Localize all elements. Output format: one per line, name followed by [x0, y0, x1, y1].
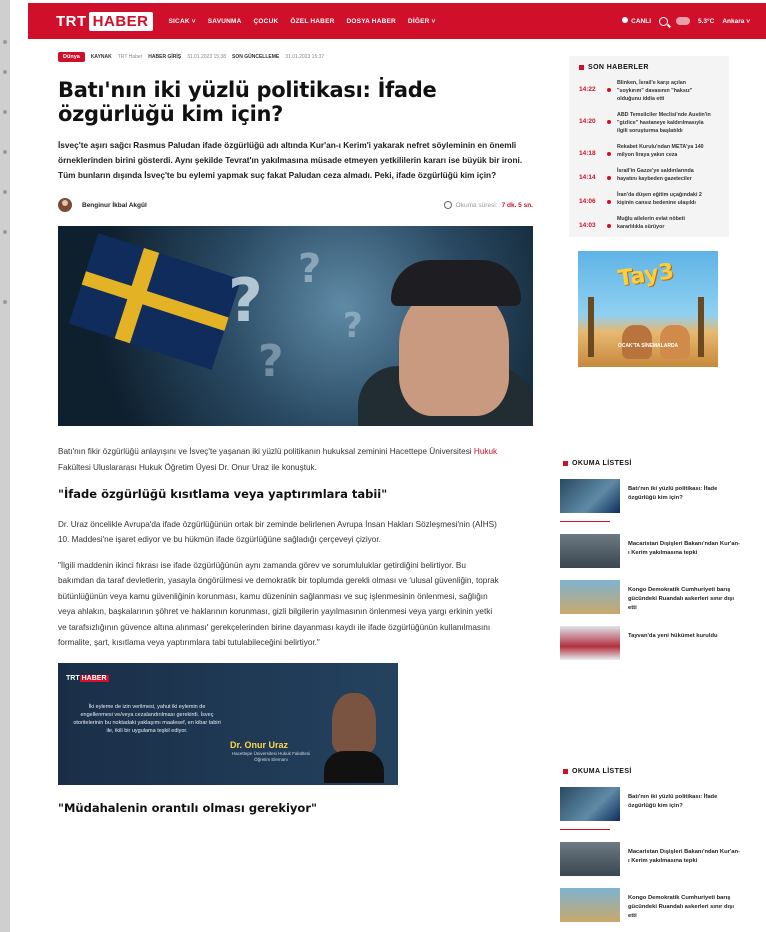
news-item[interactable]: 14:22 Blinken, İsrail'e karşı açılan "soy…: [579, 79, 719, 103]
source-label: KAYNAK: [90, 54, 112, 60]
reading-list-item[interactable]: Batı'nın iki yüzlü politikası: İfade özg…: [560, 479, 740, 513]
thumbnail: [560, 842, 620, 876]
weather-cloud-icon: [676, 17, 690, 25]
quote-card-image: TRT HABER İki eyleme de izin verilmesi, y…: [58, 662, 398, 785]
promo-title: Hacettepe Üniversitesi Hukuk Fakültesi Ö…: [231, 750, 311, 762]
news-item[interactable]: 14:14 İsrail'in Gazze'ye saldırılarında h…: [579, 167, 719, 183]
bullet-icon: [607, 200, 611, 204]
question-mark-graphic: ?: [343, 306, 363, 347]
nav-item-ozel-haber[interactable]: ÖZEL HABER: [290, 18, 334, 25]
bullet-icon: [607, 176, 611, 180]
latest-news-heading: SON HABERLER: [579, 64, 719, 71]
reading-list-heading: OKUMA LİSTESİ: [563, 460, 740, 467]
search-icon[interactable]: [659, 16, 668, 26]
bullet-icon: [607, 224, 611, 228]
reading-list-heading: OKUMA LİSTESİ: [563, 768, 740, 775]
news-item[interactable]: 14:03 Muğlu ailelerin evlat nöbeti kararl…: [579, 215, 719, 231]
bullet-icon: [607, 152, 611, 156]
trt-haber-logo[interactable]: TRT HABER: [56, 11, 153, 31]
entry-date: 31.01.2023 15:38: [187, 54, 227, 60]
ad-title: Tay3: [616, 259, 676, 292]
subheading: "Müdahalenin orantılı olması gerekiyor": [58, 800, 317, 815]
news-item[interactable]: 14:20 ABD Temsilciler Meclisi'nde Austin'…: [579, 111, 719, 135]
promo-quote: İki eyleme de izin verilmesi, yahut iki …: [73, 703, 221, 734]
square-icon: [563, 769, 568, 774]
live-button[interactable]: CANLI: [622, 17, 651, 25]
reading-list-item[interactable]: Batı'nın iki yüzlü politikası: İfade özg…: [560, 787, 740, 821]
update-label: SON GÜNCELLEME: [232, 54, 280, 60]
clock-icon: [443, 201, 452, 210]
paragraph: Batı'nın fikir özgürlüğü anlayışını ve İ…: [58, 447, 498, 472]
news-item[interactable]: 14:06 İran'da düşen eğitim uçağındaki 2 k…: [579, 191, 719, 207]
author-avatar[interactable]: [58, 198, 72, 213]
question-mark-graphic: ?: [228, 266, 263, 337]
article-meta: Dünya KAYNAK TRT Haber HABER GİRİŞ 31.01…: [58, 50, 533, 64]
hero-image: ? ? ? ?: [58, 226, 533, 427]
reading-list-item[interactable]: Macaristan Dışişleri Bakanı'ndan Kur'an-…: [560, 534, 740, 568]
city-selector[interactable]: Ankara ˅: [722, 18, 750, 25]
divider: [560, 521, 610, 522]
nav-item-diger[interactable]: DİĞER ˅: [408, 18, 436, 25]
nav-item-dosya-haber[interactable]: DOSYA HABER: [347, 18, 396, 25]
divider: [560, 829, 610, 830]
nav-item-cocuk[interactable]: ÇOCUK: [254, 18, 279, 25]
sidebar: SON HABERLER 14:22 Blinken, İsrail'e karş…: [569, 56, 729, 367]
movie-advertisement[interactable]: Tay3 OCAK'TA SİNEMALARDA: [578, 251, 718, 367]
live-dot-icon: [622, 17, 629, 23]
nav-item-savunma[interactable]: SAVUNMA: [208, 18, 242, 25]
category-tag[interactable]: Dünya: [58, 52, 85, 62]
reading-list-item[interactable]: Kongo Demokratik Cumhuriyeti barış gücün…: [560, 580, 740, 614]
thumbnail: [560, 534, 620, 568]
ad-strip-text: OCAK'TA SİNEMALARDA: [617, 343, 679, 349]
main-nav: SICAK ˅ SAVUNMA ÇOCUK ÖZEL HABER DOSYA H…: [169, 18, 436, 25]
article-lead: İsveç'te aşırı sağcı Rasmus Paludan ifad…: [58, 140, 523, 180]
thumbnail: [560, 787, 620, 821]
square-icon: [579, 65, 584, 70]
person-cap: [391, 260, 521, 307]
reading-list-item[interactable]: Kongo Demokratik Cumhuriyeti barış gücün…: [560, 888, 740, 922]
article: Dünya KAYNAK TRT Haber HABER GİRİŞ 31.01…: [58, 50, 533, 830]
cartoon-dog-graphic: [622, 325, 652, 359]
hukuk-link[interactable]: Hukuk: [474, 447, 497, 456]
promo-logo: TRT HABER: [66, 674, 109, 682]
reading-list-2: OKUMA LİSTESİ Batı'nın iki yüzlü politik…: [560, 768, 740, 922]
square-icon: [563, 461, 568, 466]
thumbnail: [560, 626, 620, 660]
thumbnail: [560, 479, 620, 513]
paragraph: "İlgili maddenin ikinci fıkrası ise ifad…: [58, 560, 499, 648]
reading-list: OKUMA LİSTESİ Batı'nın iki yüzlü politik…: [560, 460, 740, 660]
paragraph: Dr. Uraz öncelikle Avrupa'da ifade özgür…: [58, 519, 497, 545]
reading-list-item[interactable]: Macaristan Dışişleri Bakanı'ndan Kur'an-…: [560, 842, 740, 876]
update-date: 31.01.2023 15:37: [285, 54, 325, 60]
left-margin: [0, 0, 10, 932]
bullet-icon: [607, 120, 611, 124]
article-body: Batı'nın fikir özgürlüğü anlayışını ve İ…: [58, 444, 533, 816]
news-item[interactable]: 14:18 Rekabet Kurulu'ndan META'ya 140 mil…: [579, 143, 719, 159]
latest-news-box: SON HABERLER 14:22 Blinken, İsrail'e karş…: [569, 56, 729, 237]
reading-time: Okuma süresi: 7 dk. 5 sn.: [443, 201, 533, 210]
reading-list-item[interactable]: Tayvan'da yeni hükümet kuruldu: [560, 626, 740, 660]
sweden-flag-image: [68, 233, 242, 371]
promo-person-photo: [324, 692, 384, 783]
thumbnail: [560, 580, 620, 614]
nav-item-sicak[interactable]: SICAK ˅: [169, 18, 196, 25]
entry-label: HABER GİRİŞ: [148, 54, 182, 60]
thumbnail: [560, 888, 620, 922]
top-navigation-bar: TRT HABER SICAK ˅ SAVUNMA ÇOCUK ÖZEL HAB…: [28, 3, 766, 39]
author-row: Benginur İkbal Akgül Okuma süresi: 7 dk.…: [58, 198, 533, 213]
subheading: "İfade özgürlüğü kısıtlama veya yaptırım…: [58, 487, 388, 502]
question-mark-graphic: ?: [258, 336, 284, 388]
weather-temperature: 5.3°C: [698, 17, 715, 25]
cartoon-dog-graphic: [660, 325, 690, 359]
question-mark-graphic: ?: [298, 246, 322, 293]
author-name[interactable]: Benginur İkbal Akgül: [82, 202, 147, 209]
source-value: TRT Haber: [117, 54, 143, 60]
article-title: Batı'nın iki yüzlü politikası: İfade özg…: [58, 78, 437, 126]
bullet-icon: [607, 88, 611, 92]
header-tools: CANLI 5.3°C Ankara ˅: [622, 16, 750, 26]
